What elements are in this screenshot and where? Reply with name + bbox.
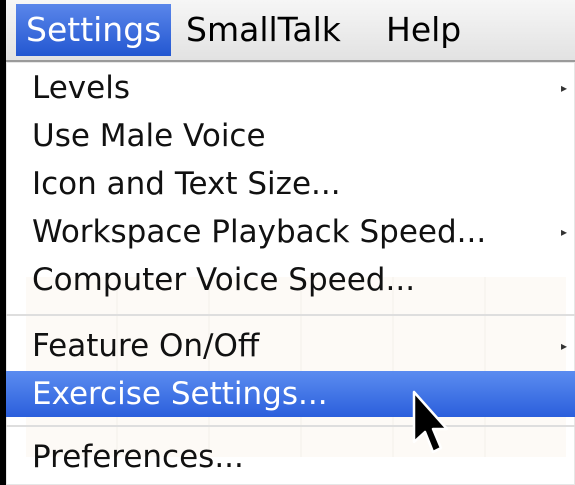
mouse-pointer-icon <box>412 390 449 454</box>
menu-item-label: Computer Voice Speed... <box>32 262 416 298</box>
menu-item-label: Icon and Text Size... <box>32 166 341 202</box>
submenu-arrow-icon: ▸ <box>560 339 567 353</box>
menu-item-use-male-voice[interactable]: Use Male Voice <box>6 112 575 160</box>
submenu-arrow-icon: ▸ <box>560 81 567 95</box>
menu-item-label: Exercise Settings... <box>32 376 328 412</box>
menu-item-exercise-settings[interactable]: Exercise Settings... <box>6 371 575 417</box>
menu-separator <box>6 314 575 316</box>
menu-item-levels[interactable]: Levels ▸ <box>6 64 575 112</box>
menu-item-label: Feature On/Off <box>32 328 260 364</box>
menu-item-icon-and-text-size[interactable]: Icon and Text Size... <box>6 160 575 208</box>
menu-item-label: Levels <box>32 70 130 106</box>
menu-item-label: Workspace Playback Speed... <box>32 214 487 250</box>
menubar-item-help[interactable]: Help <box>376 4 471 56</box>
menu-separator <box>6 425 575 427</box>
submenu-arrow-icon: ▸ <box>560 225 567 239</box>
menu-item-computer-voice-speed[interactable]: Computer Voice Speed... <box>6 256 575 304</box>
settings-dropdown-menu: Levels ▸ Use Male Voice Icon and Text Si… <box>6 62 575 485</box>
menu-bar: Settings SmallTalk Help <box>6 0 575 62</box>
screen: Settings SmallTalk Help Levels ▸ Use Mal… <box>0 0 575 485</box>
menubar-item-settings[interactable]: Settings <box>16 4 172 56</box>
menu-item-preferences[interactable]: Preferences... <box>6 433 575 481</box>
menu-item-feature-on-off[interactable]: Feature On/Off ▸ <box>6 322 575 370</box>
menu-item-workspace-playback-speed[interactable]: Workspace Playback Speed... ▸ <box>6 208 575 256</box>
menu-item-label: Use Male Voice <box>32 118 266 154</box>
menubar-item-smalltalk[interactable]: SmallTalk <box>176 4 351 56</box>
menu-item-label: Preferences... <box>32 439 244 475</box>
